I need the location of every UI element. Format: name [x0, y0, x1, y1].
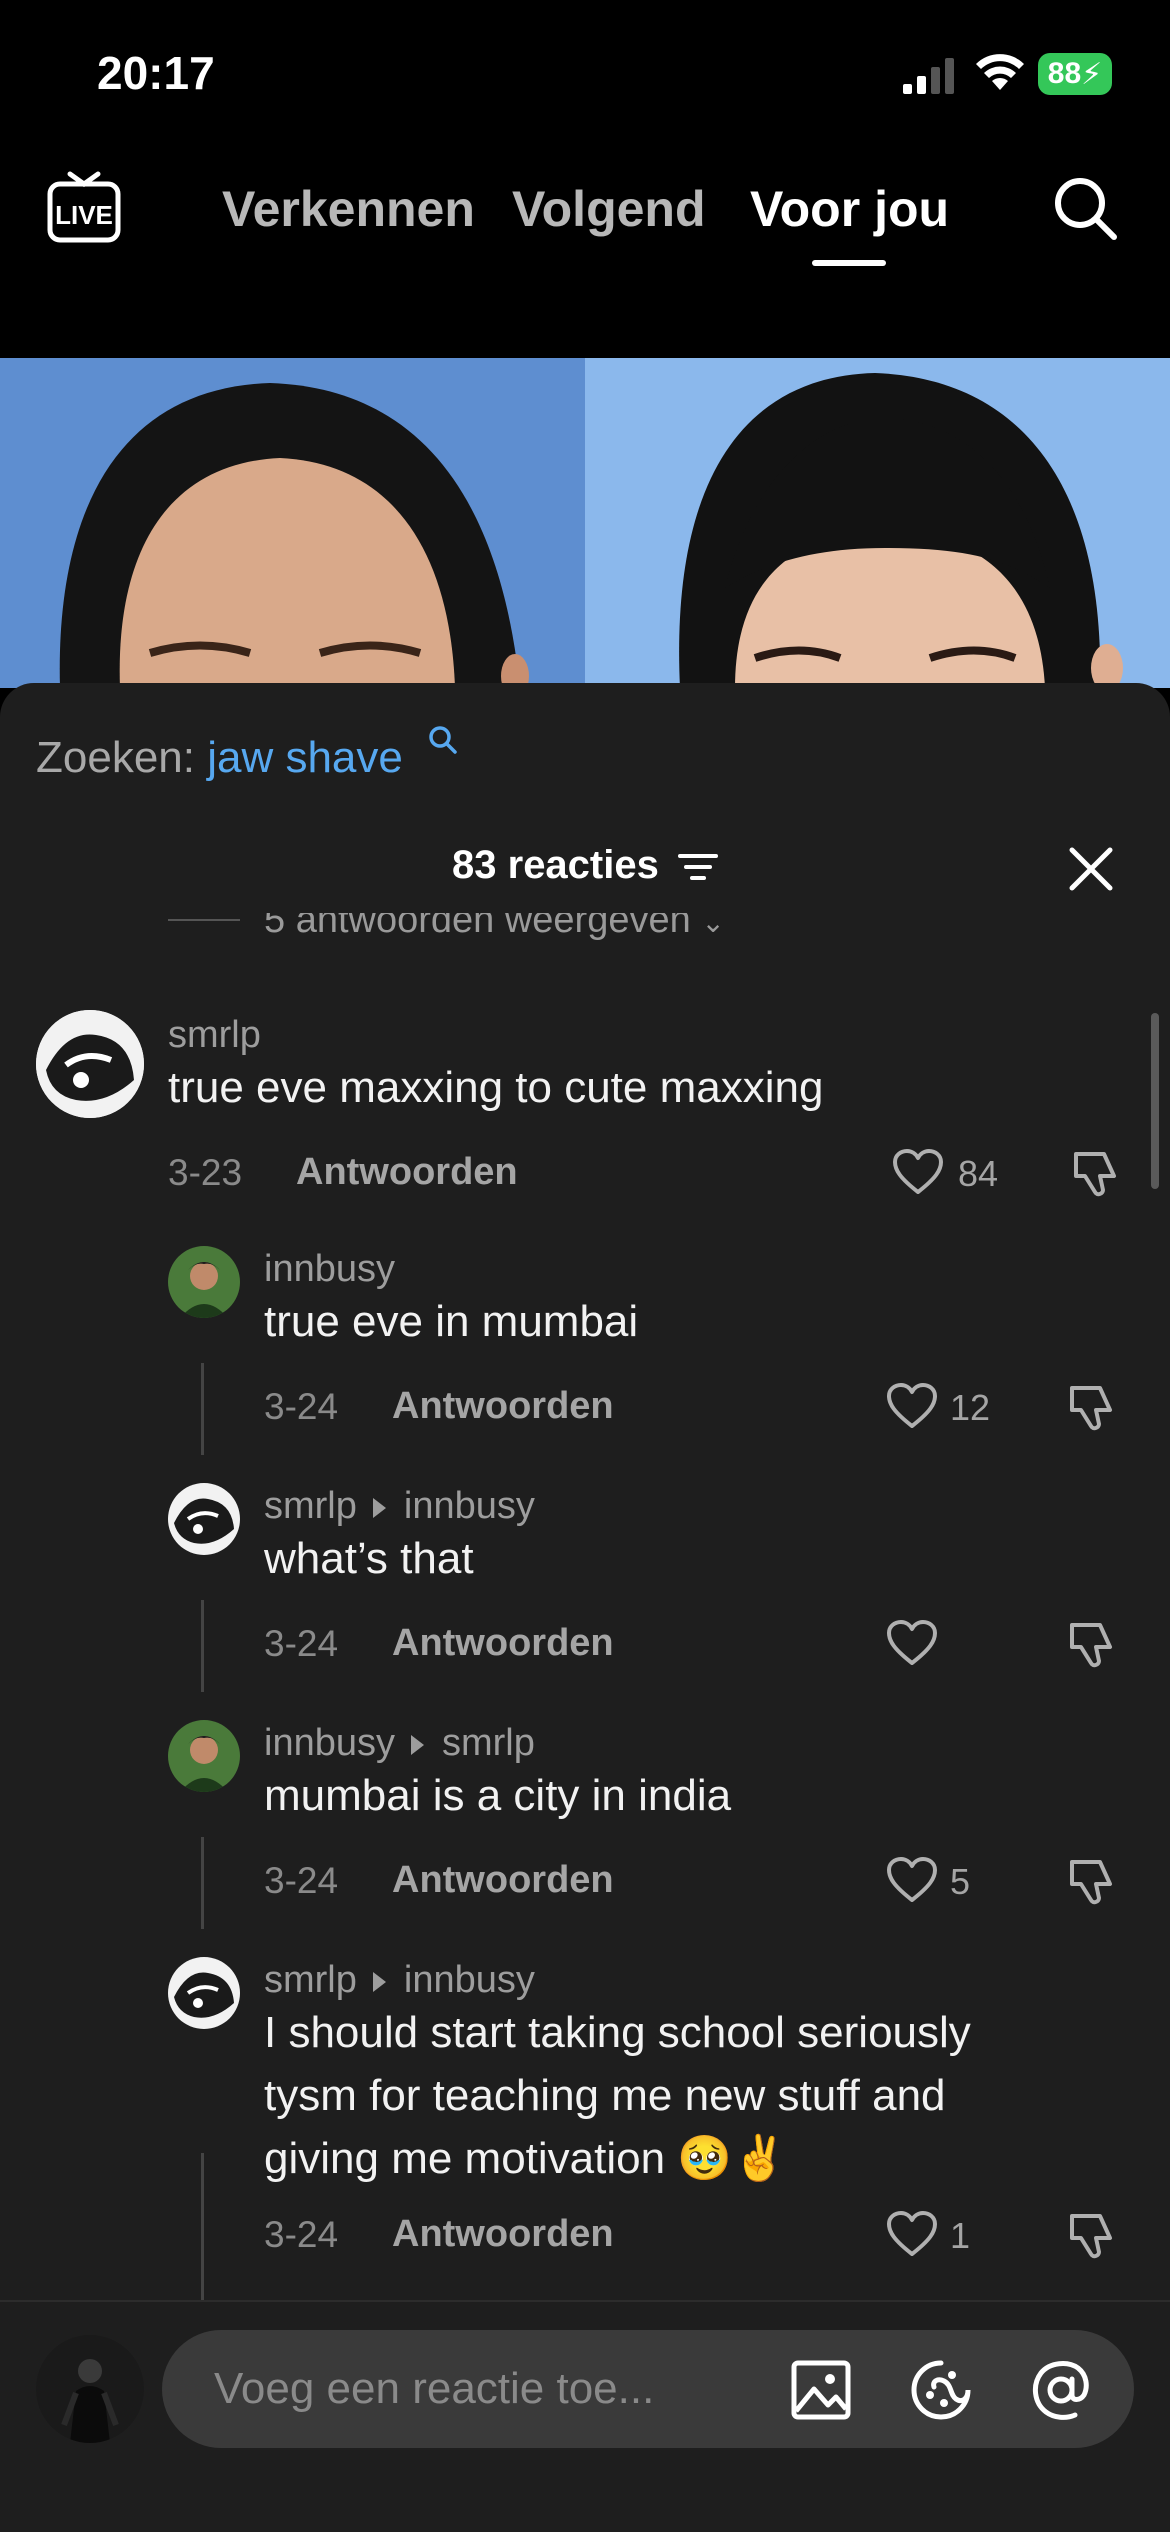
comment-date: 3-24: [264, 2214, 339, 2255]
comment-text: what’s that: [264, 1534, 474, 1583]
tab-volgend[interactable]: Volgend: [512, 180, 706, 238]
avatar-image: [168, 1246, 240, 1318]
comment-username[interactable]: smrlp innbusy: [264, 1485, 535, 1528]
dislike-icon[interactable]: [1070, 1146, 1122, 1198]
reply-to-username[interactable]: innbusy: [404, 1485, 535, 1527]
avatar[interactable]: [36, 1010, 144, 1118]
search-term-link[interactable]: jaw shave: [207, 733, 403, 782]
video-right-panel: [585, 358, 1170, 688]
like-count: 1: [950, 2215, 971, 2256]
battery-level: 88: [1047, 57, 1082, 90]
comments-sheet: Zoeken: jaw shave 83 reacties 5 antwoord…: [0, 683, 1170, 2532]
avatar-image: [168, 1957, 240, 2029]
search-icon[interactable]: [1052, 175, 1118, 241]
heart-icon[interactable]: [886, 1382, 938, 1430]
comment-count-header: 83 reacties: [0, 843, 1170, 888]
avatar[interactable]: [168, 1957, 240, 2029]
comment-text: true eve maxxing to cute maxxing: [168, 1063, 824, 1112]
like-count: 84: [958, 1153, 999, 1194]
dislike-icon[interactable]: [1066, 2208, 1118, 2260]
thread-line: [201, 1600, 204, 1692]
comment-text: I should start taking school seriously t…: [264, 2008, 971, 2183]
avatar-image: [168, 1720, 240, 1792]
reply-button[interactable]: Antwoorden: [296, 1151, 518, 1194]
comment-count: 83 reacties: [452, 843, 659, 887]
close-icon[interactable]: [1068, 846, 1114, 892]
chevron-down-icon: ⌄: [701, 913, 725, 938]
scrollbar[interactable]: [1151, 1013, 1159, 1189]
sticker-icon[interactable]: [910, 2359, 972, 2421]
search-prefix: Zoeken:: [36, 733, 195, 782]
thread-line: [201, 1837, 204, 1929]
reply-button[interactable]: Antwoorden: [392, 1385, 614, 1428]
avatar-image: [36, 1010, 144, 1118]
reply-button[interactable]: Antwoorden: [392, 2213, 614, 2256]
image-icon[interactable]: [790, 2359, 852, 2421]
heart-icon[interactable]: [892, 1148, 944, 1196]
comment-username[interactable]: smrlp: [168, 1014, 261, 1057]
comment-text: mumbai is a city in india: [264, 1771, 732, 1820]
sort-filter-icon[interactable]: [677, 852, 718, 882]
view-replies-label: 5 antwoorden weergeven: [264, 913, 691, 941]
search-suggestion[interactable]: Zoeken: jaw shave: [36, 726, 457, 783]
like-count: 12: [950, 1387, 991, 1428]
reply-button[interactable]: Antwoorden: [392, 1622, 614, 1665]
signal-icon: [903, 58, 954, 94]
status-time: 20:17: [97, 47, 215, 99]
avatar[interactable]: [168, 1246, 240, 1318]
avatar-image: [168, 1483, 240, 1555]
avatar[interactable]: [168, 1720, 240, 1792]
reply-to-username[interactable]: innbusy: [404, 1959, 535, 2001]
comment-date: 3-24: [264, 1623, 339, 1664]
comment-input-placeholder: Voeg een reactie toe...: [214, 2364, 655, 2413]
video-preview[interactable]: [0, 358, 1170, 688]
video-left-panel: [0, 358, 585, 688]
thread-line: [201, 1363, 204, 1455]
mention-icon[interactable]: [1030, 2359, 1092, 2421]
view-replies-button[interactable]: 5 antwoorden weergeven ⌄: [168, 913, 868, 961]
heart-icon[interactable]: [886, 1856, 938, 1904]
comment-date: 3-24: [264, 1386, 339, 1427]
comment-username[interactable]: innbusy: [264, 1248, 395, 1291]
heart-icon[interactable]: [886, 2210, 938, 2258]
battery-indicator: 88 ⚡: [1038, 53, 1112, 95]
comment-input-bar: Voeg een reactie toe...: [0, 2300, 1170, 2532]
my-avatar-image: [36, 2335, 144, 2443]
status-bar: 20:17 88 ⚡: [0, 0, 1170, 140]
my-avatar: [36, 2335, 144, 2443]
username-text: innbusy: [264, 1722, 395, 1764]
reply-to-username[interactable]: smrlp: [442, 1722, 535, 1764]
avatar[interactable]: [168, 1483, 240, 1555]
reply-to-arrow-icon: [372, 1971, 386, 1992]
face-right-image: [679, 373, 1123, 688]
reply-button[interactable]: Antwoorden: [392, 1859, 614, 1902]
tab-voor-jou[interactable]: Voor jou: [750, 180, 949, 238]
tab-verkennen[interactable]: Verkennen: [222, 180, 475, 238]
search-small-icon: [429, 726, 457, 754]
username-text: smrlp: [264, 1959, 357, 2001]
wifi-icon: [976, 54, 1024, 90]
heart-icon[interactable]: [886, 1619, 938, 1667]
comment-username[interactable]: innbusy smrlp: [264, 1722, 535, 1765]
dislike-icon[interactable]: [1066, 1380, 1118, 1432]
face-left-image: [59, 383, 529, 688]
comment-date: 3-24: [264, 1860, 339, 1901]
charging-icon: ⚡: [1081, 57, 1103, 91]
dislike-icon[interactable]: [1066, 1854, 1118, 1906]
username-text: smrlp: [168, 1014, 261, 1056]
active-tab-indicator: [812, 260, 886, 266]
comment-text: true eve in mumbai: [264, 1297, 639, 1346]
username-text: innbusy: [264, 1248, 395, 1290]
reply-to-arrow-icon: [372, 1497, 386, 1518]
comment-date: 3-23: [168, 1152, 243, 1193]
reply-to-arrow-icon: [410, 1734, 424, 1755]
username-text: smrlp: [264, 1485, 357, 1527]
dislike-icon[interactable]: [1066, 1617, 1118, 1669]
comment-input[interactable]: Voeg een reactie toe...: [162, 2330, 1134, 2448]
live-icon[interactable]: LIVE: [46, 170, 122, 246]
comment-username[interactable]: smrlp innbusy: [264, 1959, 535, 2002]
svg-text:LIVE: LIVE: [55, 200, 113, 230]
view-replies-divider: [168, 919, 240, 921]
like-count: 5: [950, 1861, 971, 1902]
